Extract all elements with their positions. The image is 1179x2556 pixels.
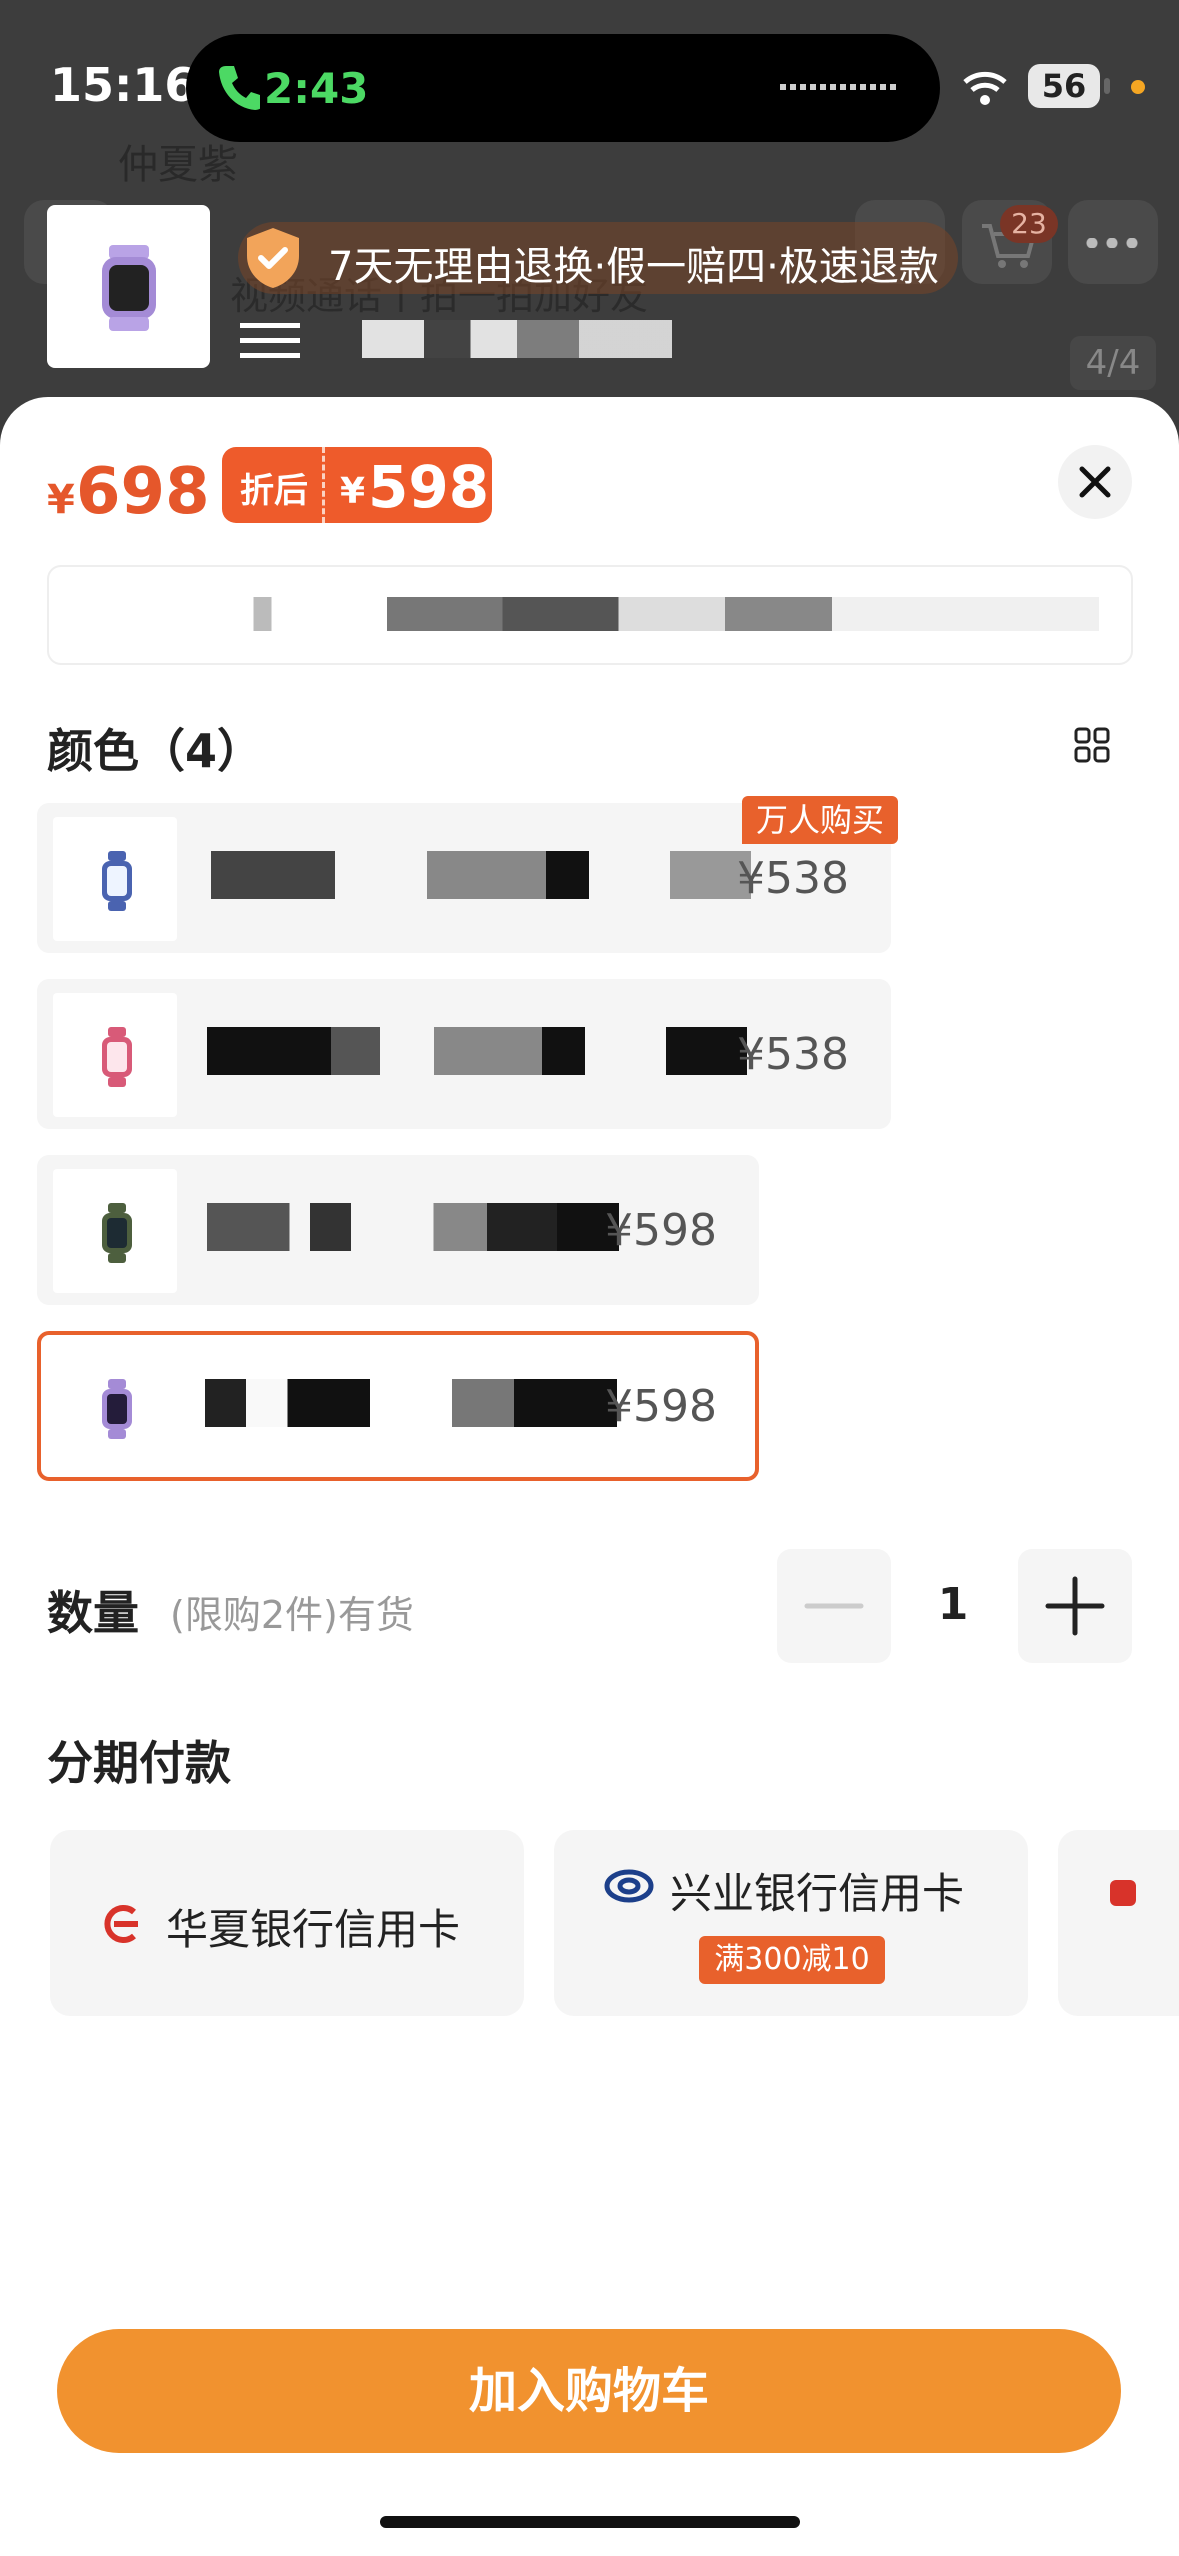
selected-product-thumbnail [47, 205, 210, 368]
redacted-text [209, 597, 1099, 631]
bank-name: 兴业银行信用卡 [670, 1869, 965, 1918]
redacted-text [207, 1027, 747, 1075]
battery-cap [1104, 78, 1110, 94]
image-pager: 4/4 [1070, 336, 1156, 390]
variant-price: ¥538 [737, 1029, 849, 1080]
add-to-cart-button[interactable]: 加入购物车 [57, 2329, 1121, 2453]
indicator-dot [1131, 80, 1145, 94]
home-indicator [380, 2516, 800, 2528]
discount-price: 598 [368, 453, 490, 521]
variant-thumbnail [53, 1345, 177, 1469]
ticket-divider [322, 447, 325, 523]
wifi-icon [963, 71, 1007, 105]
quantity-label: 数量 [47, 1586, 139, 1640]
price-currency: ¥ [47, 477, 75, 523]
more-icon [1082, 238, 1142, 248]
sku-selector-sheet: ¥ 698 折后 ¥ 598 颜色（4） ¥538 万人购买 ¥538 ¥598… [0, 397, 1179, 2556]
shield-check-icon [247, 228, 299, 288]
original-price: 698 [76, 455, 210, 529]
industrial-bank-icon [604, 1869, 654, 1903]
increase-quantity-button[interactable] [1018, 1549, 1132, 1663]
installment-section-title: 分期付款 [47, 1736, 231, 1790]
color-option[interactable]: ¥538 [37, 979, 891, 1129]
color-option-selected[interactable]: ¥598 [37, 1331, 759, 1481]
discount-price-badge: 折后 ¥ 598 [222, 447, 492, 523]
minus-icon [804, 1603, 864, 1609]
call-duration: 2:43 [264, 64, 369, 113]
close-icon [1079, 466, 1111, 498]
spec-summary[interactable] [47, 565, 1133, 665]
redacted-text [205, 1379, 617, 1427]
watch-icon [102, 1379, 132, 1439]
redacted-text [207, 1203, 619, 1251]
hot-sale-tag: 万人购买 [742, 796, 898, 844]
variant-price: ¥598 [605, 1381, 717, 1432]
watch-icon [102, 851, 132, 911]
color-option[interactable]: ¥598 [37, 1155, 759, 1305]
decrease-quantity-button[interactable] [777, 1549, 891, 1663]
discount-label: 折后 [240, 471, 308, 511]
clock: 15:16 [50, 58, 197, 112]
redacted-text [211, 851, 751, 899]
grid-view-icon[interactable] [1074, 727, 1110, 763]
watch-icon [102, 1027, 132, 1087]
audio-waveform-icon [780, 84, 900, 90]
guarantee-banner: 7天无理由退换·假一赔四·极速退款 [238, 222, 958, 294]
quantity-limit-note: (限购2件)有货 [170, 1593, 414, 1637]
close-button[interactable] [1058, 445, 1132, 519]
dynamic-island[interactable]: 2:43 [186, 34, 940, 142]
quantity-value[interactable]: 1 [918, 1579, 988, 1630]
variant-price: ¥598 [605, 1205, 717, 1256]
bank-name: 华夏银行信用卡 [166, 1905, 461, 1954]
bank-logo-icon [1110, 1880, 1136, 1906]
cart-count-badge: 23 [1000, 205, 1058, 243]
discount-currency: ¥ [340, 471, 366, 512]
redacted-text [362, 320, 672, 358]
variant-thumbnail [53, 817, 177, 941]
bank-option-industrial[interactable]: 兴业银行信用卡 满300减10 [554, 1830, 1028, 2016]
variant-price: ¥538 [737, 853, 849, 904]
bank-promo-tag: 满300减10 [699, 1936, 885, 1984]
color-section-title: 颜色（4） [47, 724, 264, 778]
menu-icon [240, 323, 300, 359]
variant-thumbnail [53, 1169, 177, 1293]
bank-option-more[interactable] [1058, 1830, 1179, 2016]
watch-icon [102, 1203, 132, 1263]
plus-icon [1045, 1576, 1105, 1636]
battery-level: 56 [1028, 64, 1100, 108]
status-bar: 15:16 2:43 56 [0, 0, 1179, 170]
phone-icon [219, 66, 260, 110]
watch-icon [102, 245, 156, 331]
guarantee-text: 7天无理由退换·假一赔四·极速退款 [328, 244, 939, 290]
bank-option-huaxia[interactable]: 华夏银行信用卡 [50, 1830, 524, 2016]
huaxia-bank-icon [104, 1905, 138, 1943]
variant-thumbnail [53, 993, 177, 1117]
